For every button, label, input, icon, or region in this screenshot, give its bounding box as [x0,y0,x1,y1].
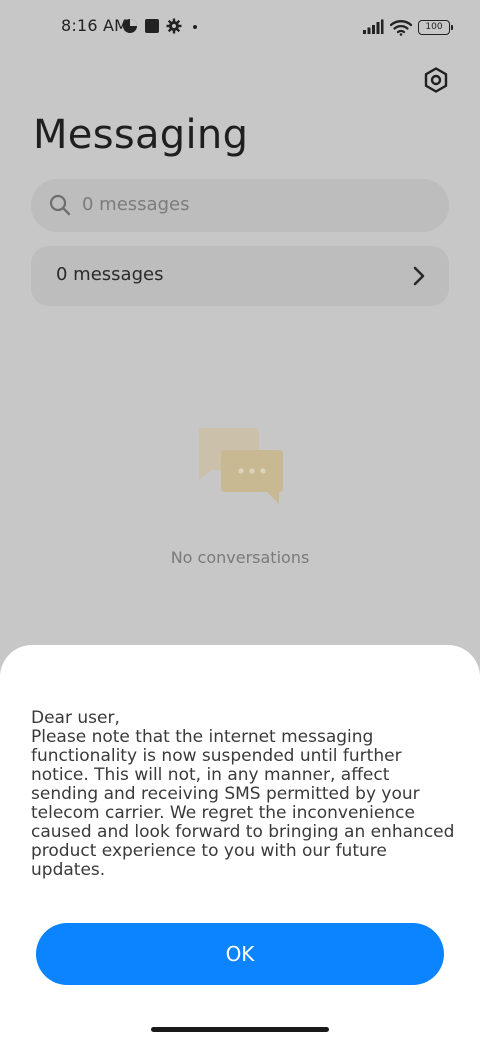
signal-icon [363,19,384,34]
notice-dialog: Dear user, Please note that the internet… [0,645,480,1040]
dialog-message: Please note that the internet messaging … [31,727,455,880]
page-title: Messaging [33,112,249,158]
pie-chart-icon [123,19,137,33]
search-bar[interactable]: 0 messages [31,179,449,232]
chat-bubbles-icon [199,428,283,504]
messaging-screen: 8:16 AM 100 Messaging 0 messages 0 messa… [0,0,480,1040]
ok-button[interactable]: OK [36,923,444,985]
dialog-greeting: Dear user, [31,708,120,728]
chevron-right-icon [413,266,425,286]
status-time: 8:16 AM [61,16,129,35]
status-right-group: 100 [362,17,453,37]
status-bar: 8:16 AM 100 [0,0,480,52]
messages-row[interactable]: 0 messages [31,246,449,306]
wifi-icon [390,19,412,36]
home-indicator[interactable] [151,1027,329,1032]
gear-icon [166,18,182,34]
square-app-icon [145,19,159,33]
messages-row-label: 0 messages [56,264,164,285]
battery-level: 100 [425,21,443,32]
search-icon [49,194,71,216]
search-input[interactable]: 0 messages [82,194,189,215]
hexagon-settings-icon[interactable] [422,66,450,94]
empty-state-text: No conversations [170,548,310,567]
dot-icon [193,25,197,29]
battery-icon: 100 [418,19,453,35]
